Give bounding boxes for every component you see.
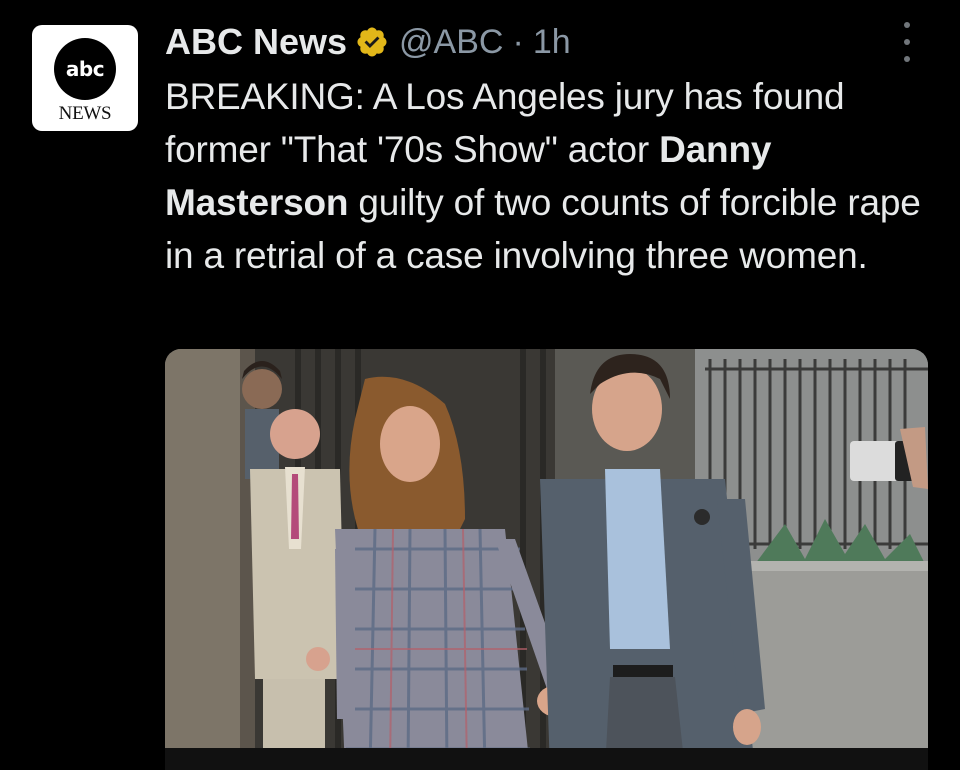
timestamp[interactable]: 1h (533, 23, 571, 62)
more-dot-icon (904, 56, 910, 62)
tweet-text: BREAKING: A Los Angeles jury has found f… (165, 70, 940, 282)
more-dot-icon (904, 39, 910, 45)
tweet-photo[interactable] (165, 349, 928, 770)
abc-logo-news-text: NEWS (58, 102, 112, 124)
tweet-header: ABC News @ABC · 1h (165, 18, 571, 66)
tweet[interactable]: abc NEWS ABC News @ABC · 1h BREAKING: A … (0, 0, 960, 770)
more-dot-icon (904, 22, 910, 28)
separator-dot: · (512, 22, 524, 61)
handle[interactable]: @ABC (399, 23, 503, 62)
display-name[interactable]: ABC News (165, 21, 347, 63)
abc-logo-circle: abc (54, 37, 116, 100)
more-options-icon[interactable] (895, 22, 919, 62)
avatar[interactable]: abc NEWS (32, 25, 138, 131)
verified-badge-icon[interactable] (355, 25, 389, 59)
